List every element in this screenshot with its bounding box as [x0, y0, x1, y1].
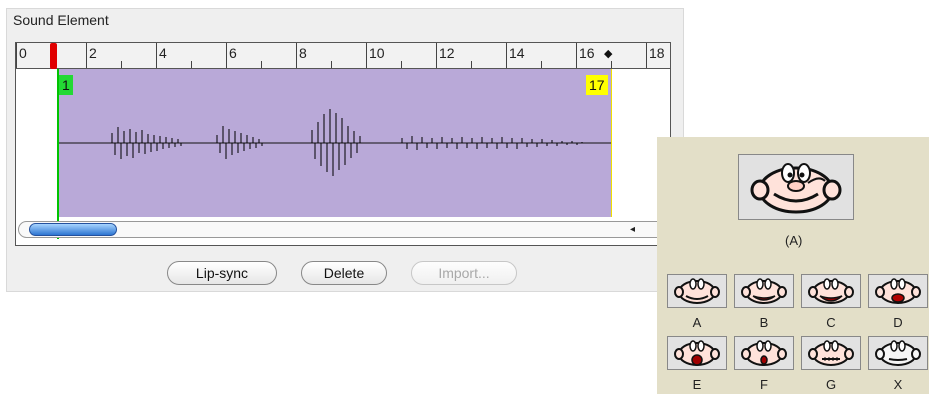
sound-element-panel: Sound Element 0 2 4 6 8 10 12 14 16 18 ◆… — [6, 8, 684, 292]
cartoon-face-icon — [808, 278, 854, 304]
timeline-frame[interactable]: 0 2 4 6 8 10 12 14 16 18 ◆ 1 17 ◂ — [15, 42, 671, 246]
mouth-option-a[interactable] — [667, 274, 727, 308]
end-marker-icon: ◆ — [604, 48, 613, 60]
mouth-option-g[interactable] — [801, 336, 861, 370]
ruler-label-14: 14 — [509, 45, 525, 61]
import-button: Import... — [411, 261, 517, 285]
mouth-label-c: C — [826, 315, 836, 330]
ruler-major-tick — [576, 43, 577, 68]
ruler-major-tick — [226, 43, 227, 68]
mouth-option-d[interactable] — [868, 274, 928, 308]
ruler-label-16: 16 — [579, 45, 595, 61]
ruler-major-tick — [16, 43, 17, 68]
cartoon-face-icon — [741, 278, 787, 304]
mouth-label-b: B — [759, 315, 769, 330]
mouth-label-g: G — [825, 377, 837, 392]
ruler-minor-tick — [541, 61, 542, 68]
panel-title: Sound Element — [13, 12, 109, 28]
ruler-major-tick — [296, 43, 297, 68]
ruler-label-18: 18 — [649, 45, 665, 61]
scroll-thumb[interactable] — [29, 223, 117, 236]
ruler-minor-tick — [191, 61, 192, 68]
ruler-minor-tick — [471, 61, 472, 68]
ruler-minor-tick — [611, 61, 612, 68]
mouth-option-f[interactable] — [734, 336, 794, 370]
audio-clip[interactable]: 1 17 — [57, 69, 612, 217]
selected-mouth-label: (A) — [785, 233, 803, 248]
cartoon-face-icon — [750, 163, 842, 214]
ruler-major-tick — [646, 43, 647, 68]
cartoon-face-icon — [875, 340, 921, 366]
mouth-label-x: X — [893, 377, 903, 392]
ruler-label-4: 4 — [159, 45, 167, 61]
mouth-option-c[interactable] — [801, 274, 861, 308]
mouth-option-x[interactable] — [868, 336, 928, 370]
ruler-minor-tick — [261, 61, 262, 68]
ruler-minor-tick — [401, 61, 402, 68]
lip-sync-button[interactable]: Lip-sync — [167, 261, 277, 285]
left-arrow-icon[interactable]: ◂ — [630, 224, 635, 235]
selected-mouth-preview[interactable] — [738, 154, 854, 220]
cartoon-face-icon — [875, 278, 921, 304]
ruler-label-6: 6 — [229, 45, 237, 61]
playhead-handle[interactable] — [50, 43, 57, 69]
mouth-label-a: A — [692, 315, 702, 330]
mouth-chart-panel: (A) A B C D E F G X — [657, 137, 929, 394]
mouth-option-e[interactable] — [667, 336, 727, 370]
ruler-major-tick — [86, 43, 87, 68]
ruler-major-tick — [156, 43, 157, 68]
horizontal-scrollbar[interactable]: ◂ ▸ — [18, 221, 668, 238]
delete-button[interactable]: Delete — [301, 261, 387, 285]
ruler-minor-tick — [331, 61, 332, 68]
cartoon-face-icon — [674, 340, 720, 366]
cartoon-face-icon — [808, 340, 854, 366]
cartoon-face-icon — [674, 278, 720, 304]
timeline-ruler[interactable]: 0 2 4 6 8 10 12 14 16 18 ◆ — [16, 43, 670, 69]
cartoon-face-icon — [741, 340, 787, 366]
mouth-label-e: E — [692, 377, 702, 392]
ruler-major-tick — [436, 43, 437, 68]
ruler-label-8: 8 — [299, 45, 307, 61]
ruler-label-10: 10 — [369, 45, 385, 61]
ruler-label-2: 2 — [89, 45, 97, 61]
ruler-label-0: 0 — [19, 45, 27, 61]
ruler-label-12: 12 — [439, 45, 455, 61]
mouth-option-b[interactable] — [734, 274, 794, 308]
mouth-label-f: F — [760, 377, 768, 392]
ruler-minor-tick — [121, 61, 122, 68]
mouth-label-d: D — [893, 315, 903, 330]
waveform — [57, 109, 611, 176]
ruler-major-tick — [366, 43, 367, 68]
playhead-line — [57, 69, 59, 239]
ruler-major-tick — [506, 43, 507, 68]
